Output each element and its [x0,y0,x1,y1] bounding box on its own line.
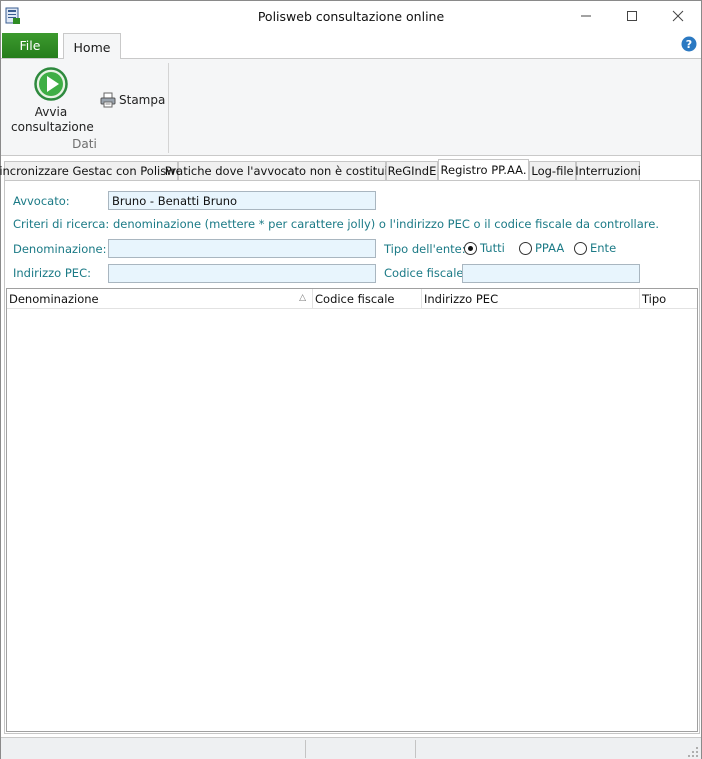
pec-input[interactable] [108,264,376,283]
avvia-label-line1: Avvia [34,105,68,119]
tab-pratiche[interactable]: Pratiche dove l'avvocato non è costituit… [165,161,399,180]
maximize-button[interactable] [609,1,655,31]
ribbon-tab-bar: File Home ? [1,32,701,60]
svg-text:?: ? [686,38,692,51]
denominazione-input[interactable] [108,239,376,258]
column-denominazione-label: Denominazione [9,292,99,306]
title-bar: Polisweb consultazione online [1,1,701,32]
printer-icon [100,92,116,108]
column-tipo[interactable]: Tipo [640,289,697,309]
ribbon-group-label: Dati [72,137,97,151]
minimize-button[interactable] [563,1,609,31]
avvia-consultazione-button[interactable]: Avvia consultazione [11,65,94,135]
codice-fiscale-label: Codice fiscale: [384,266,468,280]
radio-ppaa-label: PPAA [535,241,565,255]
tab-interruzioni[interactable]: Interruzioni [575,161,641,180]
criteria-text: Criteri di ricerca: denominazione (mette… [13,217,660,231]
radio-tutti-label: Tutti [480,241,505,255]
ribbon-panel: Avvia consultazione Stampa Dati [1,59,701,156]
radio-ente-label: Ente [590,241,617,255]
tab-sincronizzare[interactable]: Sincronizzare Gestac con Polisweb [0,161,190,180]
radio-ppaa-dot[interactable] [519,241,532,255]
play-icon [34,67,68,101]
tab-regindee[interactable]: ReGIndE [386,161,438,180]
grid-header: Denominazione △ Codice fiscale Indirizzo… [7,289,697,309]
radio-ente[interactable]: Ente [574,241,616,255]
app-window: Polisweb consultazione online File Home … [0,0,702,759]
maximize-icon [627,11,637,21]
results-grid[interactable]: Denominazione △ Codice fiscale Indirizzo… [6,288,698,732]
radio-ente-dot[interactable] [574,241,587,255]
close-icon [672,10,684,22]
radio-tutti[interactable]: Tutti [464,241,505,255]
pec-label: Indirizzo PEC: [13,266,91,280]
avvia-label: Avvia consultazione [11,105,94,135]
tab-file[interactable]: File [2,33,58,58]
column-codice-fiscale[interactable]: Codice fiscale [313,289,422,309]
sort-ascending-icon: △ [299,293,306,303]
codice-fiscale-input[interactable] [462,264,640,283]
radio-ppaa[interactable]: PPAA [519,241,564,255]
status-divider [305,740,306,758]
stampa-button[interactable]: Stampa [99,90,165,110]
avvocato-label: Avvocato: [13,194,70,208]
tipo-ente-label: Tipo dell'ente: [384,242,466,256]
column-denominazione[interactable]: Denominazione △ [7,289,313,309]
status-bar [1,737,701,759]
radio-tutti-dot[interactable] [464,241,477,255]
help-icon[interactable]: ? [681,36,697,52]
denominazione-label: Denominazione: [13,242,107,256]
tab-home[interactable]: Home [63,33,121,60]
tab-log-file[interactable]: Log-file [529,161,576,180]
close-button[interactable] [655,1,701,31]
ribbon-group-divider [168,63,169,153]
minimize-icon [581,15,591,17]
status-divider [415,740,416,758]
column-indirizzo-pec[interactable]: Indirizzo PEC [422,289,640,309]
tab-registro-ppaa[interactable]: Registro PP.AA. [438,159,529,180]
resize-grip-icon[interactable] [687,746,699,758]
stampa-label: Stampa [119,93,166,107]
avvia-label-line2: consultazione [11,120,94,134]
avvocato-field[interactable]: Bruno - Benatti Bruno [108,191,376,210]
